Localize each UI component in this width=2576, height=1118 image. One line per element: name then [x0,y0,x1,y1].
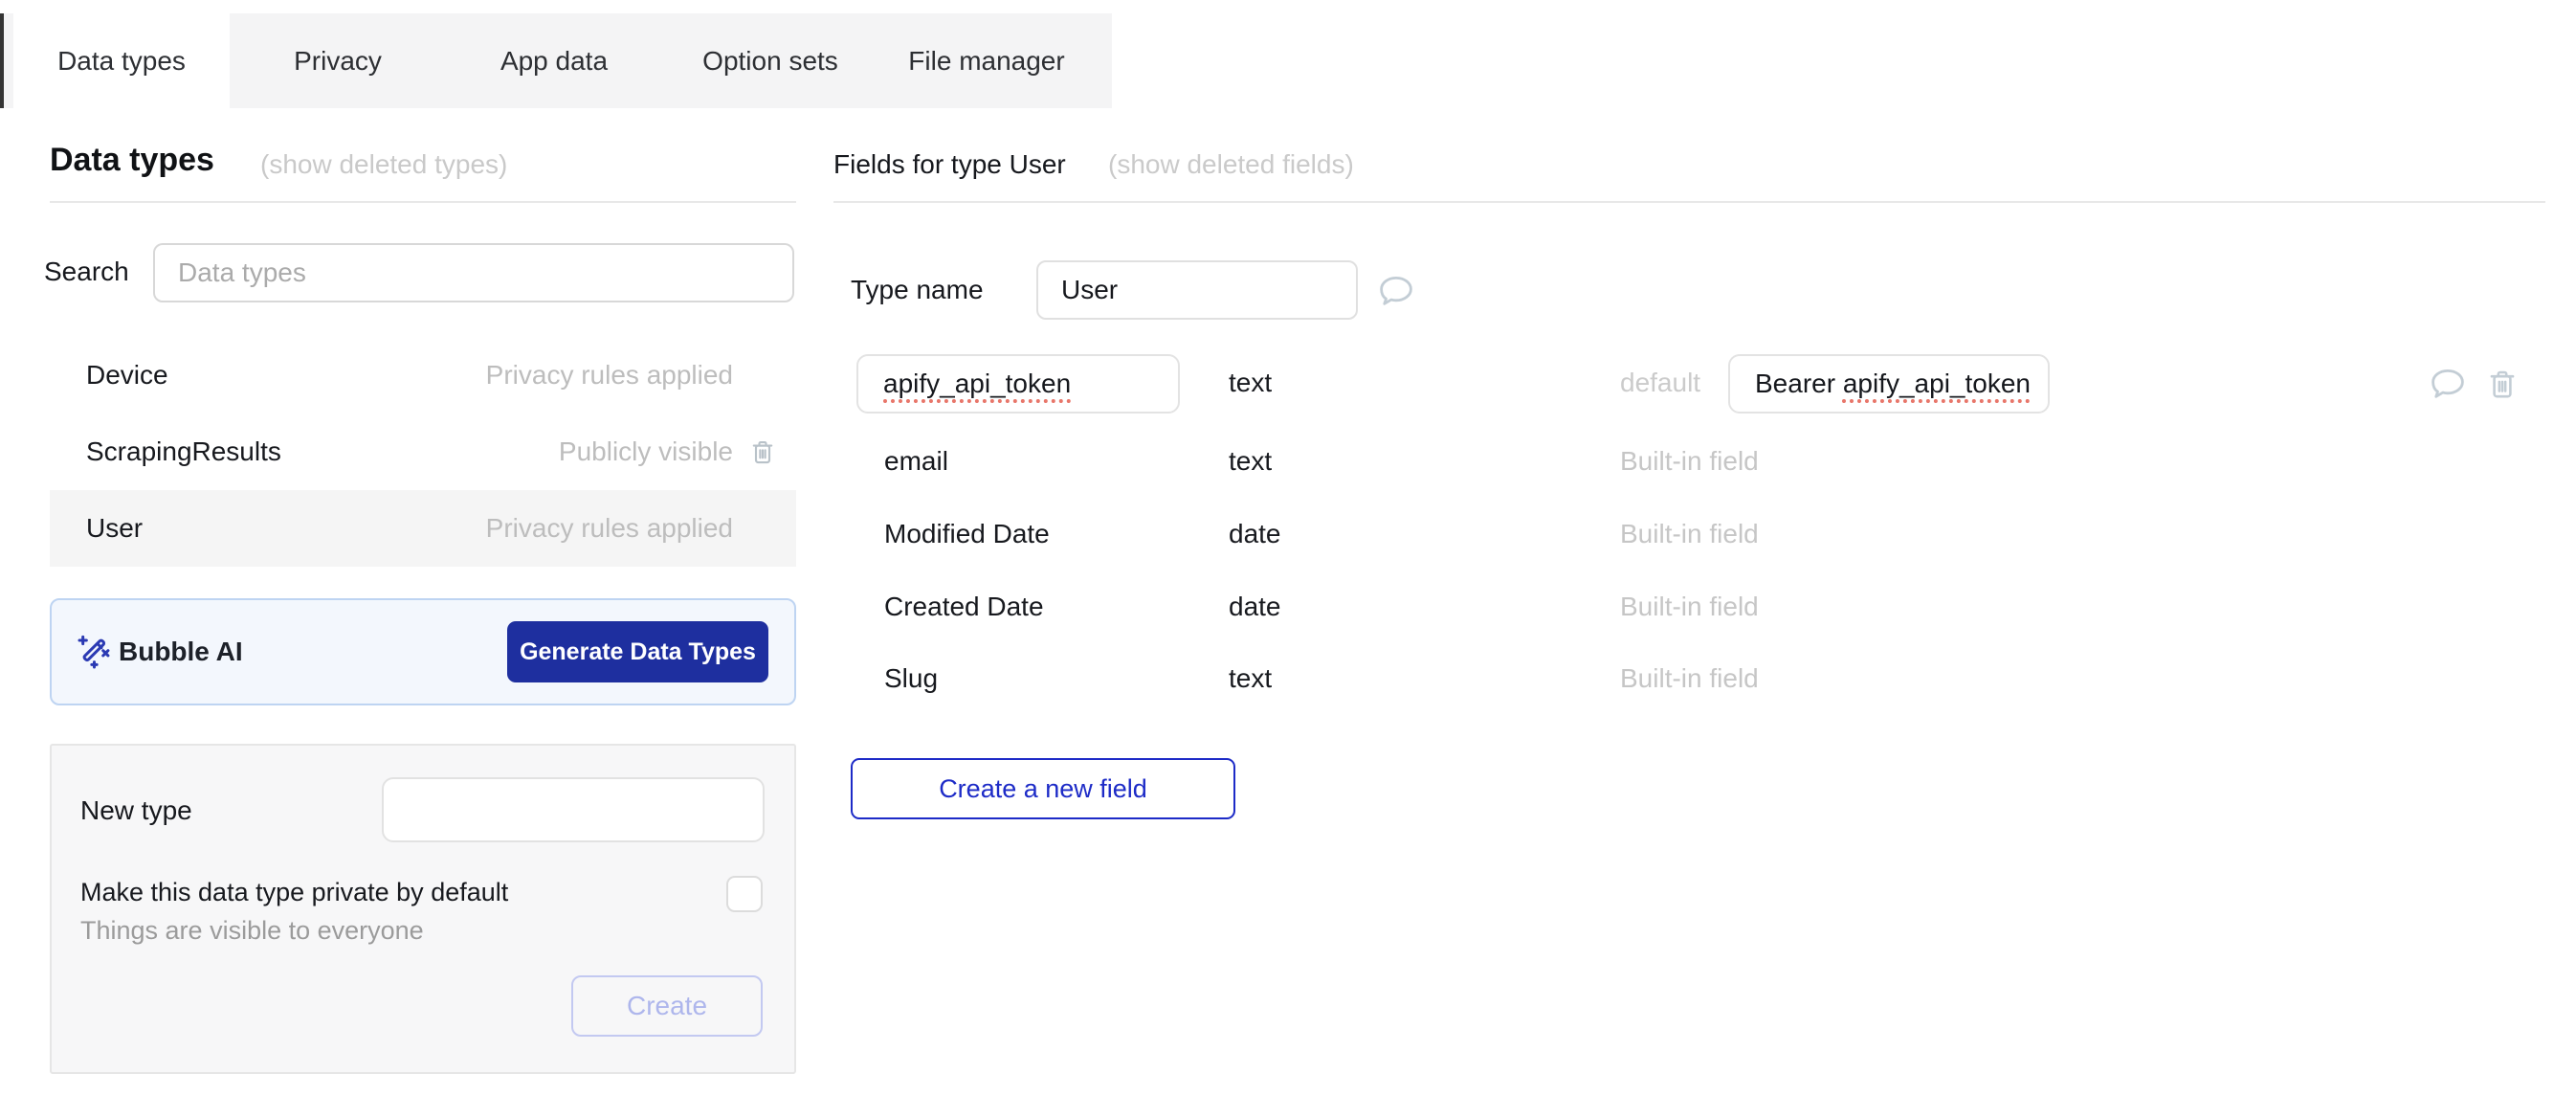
field-type: date [1229,519,1281,549]
tab-data-types[interactable]: Data types [13,13,230,108]
show-deleted-fields-link[interactable]: (show deleted fields) [1108,149,1354,180]
type-name: ScrapingResults [86,436,281,467]
fields-panel-title: Fields for type User [833,149,1066,180]
field-type: text [1229,663,1272,694]
type-privacy-status: Privacy rules applied [486,513,733,544]
bubble-data-tab-page: Data types Privacy App data Option sets … [0,0,2576,1118]
field-name: Slug [884,663,938,694]
bubble-ai-card: Bubble AI Generate Data Types [50,598,796,705]
comment-bubble-icon[interactable] [2428,364,2468,404]
field-type: date [1229,592,1281,622]
show-deleted-types-link[interactable]: (show deleted types) [260,149,507,180]
magic-wand-icon [75,633,113,671]
delete-type-icon[interactable] [748,436,777,468]
data-section-tabbar: Data types Privacy App data Option sets … [0,13,1112,108]
tab-app-data[interactable]: App data [446,13,662,108]
field-default-input[interactable]: Bearer apify_api_token [1728,354,2050,414]
new-type-card: New type Make this data type private by … [50,744,796,1074]
tab-file-manager[interactable]: File manager [878,13,1095,108]
search-input[interactable] [153,243,794,302]
tab-privacy[interactable]: Privacy [230,13,446,108]
comment-bubble-icon[interactable] [1376,271,1416,311]
field-name: Created Date [884,592,1044,622]
field-name: Modified Date [884,519,1050,549]
create-new-field-button[interactable]: Create a new field [851,758,1235,819]
new-type-input[interactable] [382,777,765,842]
private-by-default-label: Make this data type private by default [80,878,508,907]
field-type: text [1229,446,1272,477]
left-panel-title: Data types [50,142,214,179]
field-type: text [1229,368,1272,398]
type-privacy-status: Publicly visible [559,436,733,467]
default-value-prefix: Bearer [1755,369,1843,399]
field-name: email [884,446,948,477]
type-row-user[interactable]: User Privacy rules applied [50,490,796,567]
built-in-field-note: Built-in field [1620,446,1759,477]
generate-data-types-button[interactable]: Generate Data Types [507,621,768,682]
type-row-scrapingresults[interactable]: ScrapingResults Publicly visible [50,414,796,490]
search-label: Search [44,257,129,287]
type-privacy-status: Privacy rules applied [486,360,733,391]
built-in-field-note: Built-in field [1620,519,1759,549]
right-panel-divider [833,201,2545,203]
left-panel-divider [50,201,796,203]
type-row-device[interactable]: Device Privacy rules applied [50,337,796,414]
field-name-input[interactable]: apify_api_token [856,354,1180,414]
built-in-field-note: Built-in field [1620,592,1759,622]
field-name-value: apify_api_token [883,369,1071,399]
type-name-label: Type name [851,275,984,305]
type-name-input[interactable] [1036,260,1358,320]
window-edge-strip [0,13,4,108]
default-label: default [1620,368,1700,398]
type-name: User [86,513,143,544]
bubble-ai-label: Bubble AI [119,637,243,667]
delete-field-icon[interactable] [2485,365,2520,403]
default-value-token: apify_api_token [1843,369,2031,399]
new-type-label: New type [80,795,192,826]
built-in-field-note: Built-in field [1620,663,1759,694]
tab-option-sets[interactable]: Option sets [662,13,878,108]
private-by-default-checkbox[interactable] [726,876,763,912]
type-name: Device [86,360,168,391]
create-type-button[interactable]: Create [571,975,763,1037]
visibility-helper-text: Things are visible to everyone [80,916,424,946]
